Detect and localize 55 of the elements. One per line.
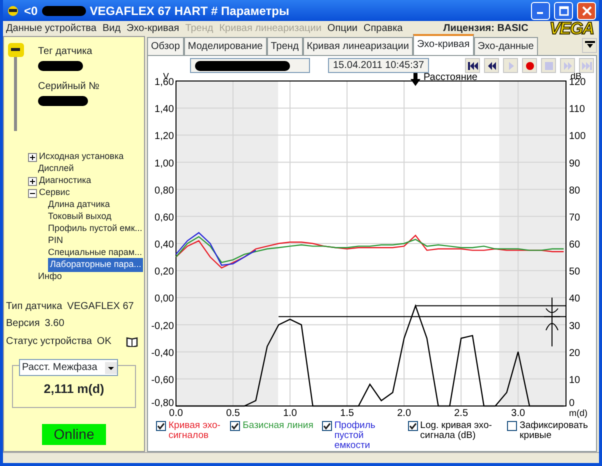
y-axis-label: 110 [569,104,585,116]
y-axis-label: 0,80 [154,185,174,196]
y-axis-label: 10 [569,374,580,386]
axis-title: m(d) [569,408,588,418]
window-title: VEGAFLEX 67 HART # Параметры [90,2,290,20]
x-axis-label: 3.0 [511,408,526,419]
checkbox-label: Кривая эхо-сигналов [168,421,222,441]
info-value: 3.60 [44,317,64,332]
y-axis-label: 0,40 [154,240,174,250]
y-axis-label: 50 [569,266,580,278]
x-axis-label: 0.5 [226,408,240,419]
status-label: Online [42,424,106,444]
serial-label: Серийный № [38,80,100,94]
y-axis-label: 20 [569,348,580,359]
y-axis-label: 1,60 [154,77,174,88]
y-axis-label: 0,00 [154,294,174,305]
window-title: <0 [24,2,38,20]
x-axis-label: 0.0 [169,408,183,419]
y-axis-label: 80 [569,185,580,196]
x-axis-label: 2.5 [454,408,468,419]
x-axis-label: 1.0 [283,408,297,419]
checkbox-label: Log. кривая эхо-сигнала (dB) [420,421,493,441]
checkbox-label: Профиль пустой емкости [334,421,376,451]
info-label: Версия [6,317,40,332]
y-axis-label: 70 [569,212,580,224]
y-axis-label: 0 [569,398,575,409]
info-label: Статус устройства [6,334,92,349]
license-label: Лицензия: BASIC [443,22,528,36]
info-label: Тип датчика [6,300,62,314]
y-axis-label: -0,20 [151,320,174,332]
y-axis-label: 40 [569,294,580,305]
y-axis-label: 1,20 [154,131,174,142]
y-axis-label: 30 [569,320,580,332]
y-axis-label: -0,60 [151,374,174,386]
y-axis-label: 90 [569,158,580,170]
marker-label: Расстояние [423,73,478,83]
x-axis-label: 2.0 [397,408,412,419]
checkbox-label: Зафиксировать кривые [520,421,588,441]
x-axis-label: 1.5 [340,408,354,419]
tag-label: Тег датчика [38,44,94,58]
y-axis-label: 1,00 [154,158,174,170]
info-value: OK [96,334,112,349]
y-axis-label: 60 [569,240,580,250]
y-axis-label: -0,80 [151,398,174,409]
y-axis-label: 0,60 [154,212,174,224]
checkbox-label: Базисная линия [242,421,314,431]
y-axis-label: 0,20 [154,266,174,278]
measurement-value: 2,111 m(d) [42,381,106,398]
logo: VEGA [549,20,594,37]
y-axis-label: 1,40 [154,104,174,116]
y-axis-label: -0,40 [151,348,174,359]
y-axis-label: 120 [569,77,586,88]
info-value: VEGAFLEX 67 [67,300,134,314]
timestamp-field: 15.04.2011 10:45:37 [328,58,430,73]
y-axis-label: 100 [569,131,586,142]
